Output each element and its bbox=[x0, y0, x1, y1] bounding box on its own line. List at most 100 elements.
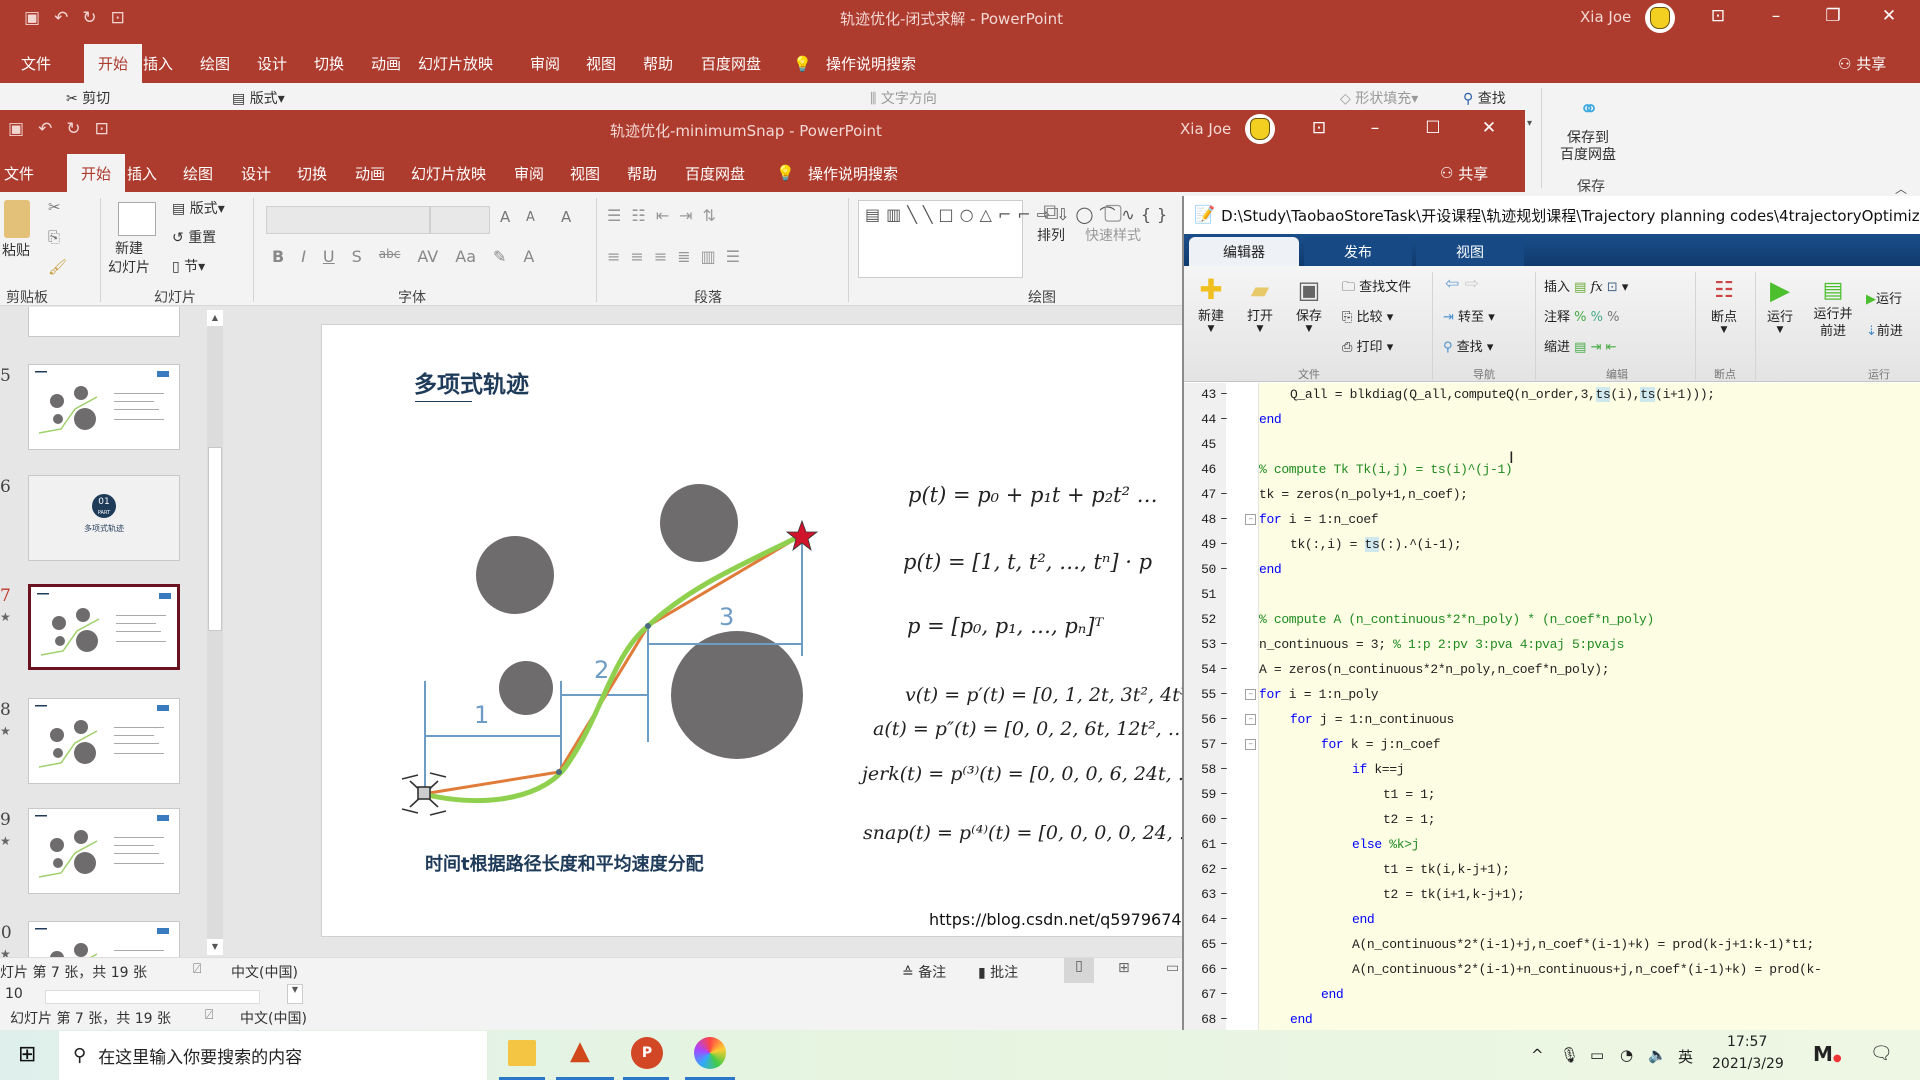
back-arrow-icon[interactable]: ⇦ ⇨ bbox=[1445, 274, 1479, 294]
code-line[interactable]: 47– tk = zeros(n_poly+1,n_coef); bbox=[1184, 483, 1920, 508]
save-icon[interactable]: ▣ bbox=[8, 119, 38, 139]
formula-velocity[interactable]: v(t) = p′(t) = [0, 1, 2t, 3t², 4t³ bbox=[905, 684, 1187, 706]
code-line[interactable]: 43– Q_all = blkdiag(Q_all,computeQ(n_orde… bbox=[1184, 383, 1920, 408]
back-notes-input[interactable] bbox=[45, 990, 260, 1004]
save-to-baidu-button[interactable]: 保存到 百度网盘 bbox=[1560, 130, 1616, 164]
front-ribbon-display-icon[interactable]: ⊡ bbox=[1304, 118, 1334, 138]
thumbnail-scrollbar[interactable]: ▲ ▼ bbox=[207, 310, 223, 955]
bold-button[interactable]: B bbox=[272, 247, 284, 266]
line-number[interactable]: 63 bbox=[1194, 887, 1216, 902]
save-icon[interactable]: ▣ bbox=[24, 8, 54, 28]
font-grow-icon[interactable]: A bbox=[500, 208, 510, 226]
paste-button[interactable]: 粘贴 bbox=[2, 240, 30, 260]
code-line[interactable]: 65– A(n_continuous*2*(i-1)+j,n_coef*(i-1)… bbox=[1184, 933, 1920, 958]
breakpoint-marker[interactable]: – bbox=[1220, 786, 1228, 801]
cut-icon[interactable]: ✂ bbox=[48, 198, 61, 216]
breakpoint-marker[interactable]: – bbox=[1220, 411, 1228, 426]
code-text[interactable]: t1 = tk(i,k-j+1); bbox=[1383, 862, 1510, 877]
mi-app-icon[interactable]: M● bbox=[1813, 1042, 1842, 1066]
spacing-button[interactable]: AV bbox=[417, 247, 438, 266]
line-number[interactable]: 45 bbox=[1194, 437, 1216, 452]
line-number[interactable]: 57 bbox=[1194, 737, 1216, 752]
code-text[interactable]: n_continuous = 3; % 1:p 2:pv 3:pva 4:pva… bbox=[1259, 637, 1624, 652]
fold-toggle-icon[interactable]: – bbox=[1245, 739, 1256, 750]
back-minimize-button[interactable]: – bbox=[1761, 6, 1791, 26]
code-line[interactable]: 63– t2 = tk(i+1,k-j+1); bbox=[1184, 883, 1920, 908]
back-tab-animations[interactable]: 动画 bbox=[371, 44, 401, 83]
underline-button[interactable]: U bbox=[323, 247, 335, 266]
run-section-button[interactable]: ▶运行 bbox=[1866, 288, 1902, 307]
line-number[interactable]: 46 bbox=[1194, 462, 1216, 477]
advance-button[interactable]: ⇣前进 bbox=[1866, 320, 1903, 339]
line-number[interactable]: 43 bbox=[1194, 387, 1216, 402]
line-number[interactable]: 48 bbox=[1194, 512, 1216, 527]
line-number[interactable]: 44 bbox=[1194, 412, 1216, 427]
breakpoint-marker[interactable]: – bbox=[1220, 811, 1228, 826]
formula-acceleration[interactable]: a(t) = p″(t) = [0, 0, 2, 6t, 12t², … bbox=[873, 718, 1187, 740]
code-line[interactable]: 64– end bbox=[1184, 908, 1920, 933]
front-share-button[interactable]: ⚇ 共享 bbox=[1440, 154, 1488, 192]
code-text[interactable]: t2 = 1; bbox=[1383, 812, 1436, 827]
highlight-icon[interactable]: ✎ bbox=[493, 247, 506, 266]
code-line[interactable]: 50– end bbox=[1184, 558, 1920, 583]
slide-thumbnail[interactable] bbox=[28, 808, 180, 894]
front-tab-design[interactable]: 设计 bbox=[241, 154, 271, 192]
slide-thumbnail[interactable] bbox=[28, 584, 180, 670]
back-tab-draw[interactable]: 绘图 bbox=[200, 44, 230, 83]
code-text[interactable]: % compute A (n_continuous*2*n_poly) * (n… bbox=[1259, 612, 1654, 627]
breakpoint-marker[interactable]: – bbox=[1220, 1011, 1228, 1026]
back-tab-help[interactable]: 帮助 bbox=[643, 44, 673, 83]
line-number[interactable]: 64 bbox=[1194, 912, 1216, 927]
breakpoint-marker[interactable]: – bbox=[1220, 661, 1228, 676]
back-tab-view[interactable]: 视图 bbox=[586, 44, 616, 83]
slide-thumbnail[interactable] bbox=[28, 364, 180, 450]
line-number[interactable]: 60 bbox=[1194, 812, 1216, 827]
ime-indicator[interactable]: 英 bbox=[1678, 1046, 1693, 1067]
run-button[interactable]: ▶ 运行 ▼ bbox=[1762, 276, 1798, 335]
breakpoint-marker[interactable]: – bbox=[1220, 761, 1228, 776]
front-search-tell-me[interactable]: 操作说明搜索 bbox=[808, 154, 898, 192]
back-search-tell-me[interactable]: 操作说明搜索 bbox=[826, 44, 916, 83]
arrange-button[interactable]: ⧉ 排列 bbox=[1037, 200, 1065, 245]
line-number[interactable]: 53 bbox=[1194, 637, 1216, 652]
fold-toggle-icon[interactable]: – bbox=[1245, 689, 1256, 700]
code-text[interactable]: for j = 1:n_continuous bbox=[1290, 712, 1454, 727]
code-line[interactable]: 59– t1 = 1; bbox=[1184, 783, 1920, 808]
code-text[interactable]: A(n_continuous*2*(i-1)+j,n_coef*(i-1)+k)… bbox=[1352, 937, 1814, 952]
breakpoint-marker[interactable]: – bbox=[1220, 836, 1228, 851]
notes-button[interactable]: ≙ 备注 bbox=[902, 962, 946, 982]
back-avatar[interactable] bbox=[1645, 3, 1675, 33]
code-line[interactable]: 51 bbox=[1184, 583, 1920, 608]
back-notes-dropdown[interactable]: ▼ bbox=[287, 984, 303, 1004]
breakpoint-marker[interactable]: – bbox=[1220, 511, 1228, 526]
line-number[interactable]: 58 bbox=[1194, 762, 1216, 777]
insert-button[interactable]: 插入 ▤ fx ⊡ ▾ bbox=[1544, 276, 1628, 295]
tab-publish[interactable]: 发布 bbox=[1304, 237, 1412, 267]
front-tab-file[interactable]: 文件 bbox=[4, 154, 34, 192]
reading-view-button[interactable]: ▭ bbox=[1166, 960, 1179, 976]
line-number[interactable]: 47 bbox=[1194, 487, 1216, 502]
back-tab-baidu[interactable]: 百度网盘 bbox=[701, 44, 761, 83]
breakpoint-marker[interactable]: – bbox=[1220, 636, 1228, 651]
front-minimize-button[interactable]: – bbox=[1360, 118, 1390, 138]
line-number[interactable]: 52 bbox=[1194, 612, 1216, 627]
spellcheck-icon[interactable]: ⍁ bbox=[205, 1007, 213, 1023]
goto-button[interactable]: ⇥ 转至 ▾ bbox=[1443, 306, 1495, 325]
breakpoint-marker[interactable]: – bbox=[1220, 736, 1228, 751]
back-tab-insert[interactable]: 插入 bbox=[143, 44, 173, 83]
slide-thumbnail[interactable] bbox=[28, 921, 180, 959]
font-shrink-icon[interactable]: A bbox=[526, 210, 535, 225]
find-files-button[interactable]: 🗀 查找文件 bbox=[1342, 276, 1411, 300]
front-tab-home[interactable]: 开始 bbox=[67, 154, 126, 192]
formula-coefficients[interactable]: p = [p₀, p₁, …, pₙ]ᵀ bbox=[907, 614, 1103, 638]
clock-time[interactable]: 17:57 bbox=[1727, 1034, 1767, 1050]
code-line[interactable]: 45 bbox=[1184, 433, 1920, 458]
code-line[interactable]: 46 % compute Tk Tk(i,j) = ts(i)^(j-1) bbox=[1184, 458, 1920, 483]
breakpoint-marker[interactable]: – bbox=[1220, 711, 1228, 726]
battery-icon[interactable]: ▭ bbox=[1590, 1046, 1604, 1064]
code-line[interactable]: 54– A = zeros(n_continuous*2*n_poly,n_coe… bbox=[1184, 658, 1920, 683]
back-tab-design[interactable]: 设计 bbox=[257, 44, 287, 83]
formula-jerk[interactable]: jerk(t) = p⁽³⁾(t) = [0, 0, 0, 6, 24t, … bbox=[862, 763, 1197, 785]
code-line[interactable]: 52 % compute A (n_continuous*2*n_poly) * … bbox=[1184, 608, 1920, 633]
breakpoint-marker[interactable]: – bbox=[1220, 686, 1228, 701]
